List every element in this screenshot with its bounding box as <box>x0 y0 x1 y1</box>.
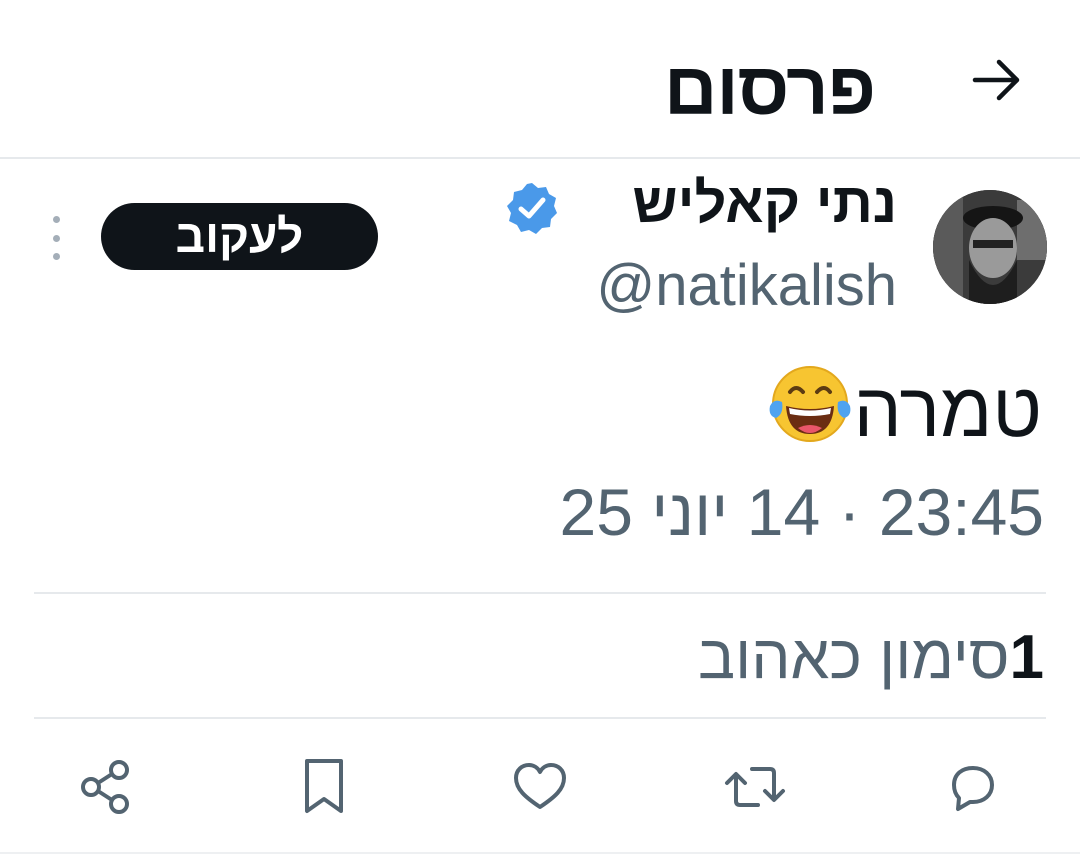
face-with-tears-of-joy-icon <box>766 362 854 464</box>
like-button[interactable] <box>505 752 575 822</box>
divider <box>34 717 1046 719</box>
reply-icon <box>952 766 994 811</box>
bottom-divider <box>0 852 1080 854</box>
divider <box>34 592 1046 594</box>
share-button[interactable] <box>71 752 141 822</box>
likes-count: 1 <box>1009 623 1044 692</box>
tweet-text: טמרה <box>762 362 1042 464</box>
user-photo-icon <box>933 190 1047 304</box>
follow-button[interactable]: לעקוב <box>101 203 378 270</box>
bookmark-icon <box>305 759 343 813</box>
retweet-icon <box>725 767 785 807</box>
tweet-timestamp[interactable]: 23:45 · 14 יוני 25 <box>560 474 1044 550</box>
verified-badge-icon <box>504 180 560 236</box>
likes-label: סימון כאהוב <box>698 623 1010 692</box>
bookmark-button[interactable] <box>289 752 359 822</box>
dot <box>52 216 60 223</box>
retweet-button[interactable] <box>720 752 790 822</box>
author-name[interactable]: נתי קאליש <box>633 170 898 235</box>
reply-button[interactable] <box>937 752 1007 822</box>
back-button[interactable] <box>962 50 1032 110</box>
arrow-right-icon <box>972 59 1020 101</box>
dot <box>52 253 60 260</box>
avatar[interactable] <box>933 190 1047 304</box>
likes-stat[interactable]: 1סימון כאהוב <box>698 622 1044 693</box>
dot <box>52 234 60 242</box>
tweet-text-content: טמרה <box>853 368 1042 453</box>
tweet-actions-bar <box>0 752 1080 828</box>
author-handle[interactable]: @natikalish <box>596 252 897 319</box>
share-icon <box>81 760 129 814</box>
tweet-detail-page: פרסום נתי קאליש @natikalish לעקוב טמרה 2… <box>0 0 1080 866</box>
more-options-icon[interactable] <box>44 216 68 260</box>
heart-icon <box>514 763 566 809</box>
page-title: פרסום <box>664 47 876 130</box>
top-bar: פרסום <box>0 0 1080 159</box>
header-divider <box>0 157 1080 159</box>
